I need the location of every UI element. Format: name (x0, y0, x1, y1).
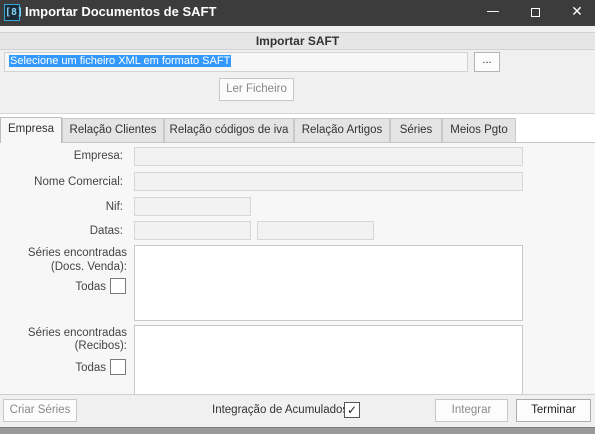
tab-relacao-clientes[interactable]: Relação Clientes (62, 118, 164, 142)
read-file-button[interactable]: Ler Ficheiro (219, 78, 294, 101)
tab-meios-pgto[interactable]: Meios Pgto (442, 118, 516, 142)
series-recibos-label-line1: Séries encontradas (27, 327, 127, 339)
maximize-icon (530, 8, 540, 17)
close-button[interactable]: ✕ (556, 0, 595, 26)
todas-recibos-label: Todas (75, 362, 106, 374)
nome-comercial-field[interactable] (134, 172, 523, 191)
tab-content-empresa: Empresa: Nome Comercial: Nif: Datas: Sér… (0, 142, 595, 394)
nif-field[interactable] (134, 197, 251, 216)
empresa-label: Empresa: (73, 150, 123, 162)
app-icon: [8] (4, 4, 23, 21)
tab-relacao-codigos-iva[interactable]: Relação códigos de iva (164, 118, 294, 142)
maximize-button[interactable] (514, 0, 556, 26)
file-path-input[interactable]: Selecione um ficheiro XML em formato SAF… (4, 52, 468, 72)
window-title: Importar Documentos de SAFT (25, 4, 217, 19)
tab-empresa[interactable]: Empresa (0, 117, 62, 143)
todas-recibos-checkbox[interactable] (110, 359, 126, 375)
series-recibos-label-line2: (Recibos): (74, 340, 127, 352)
import-header: Importar SAFT (0, 32, 595, 50)
datas-label: Datas: (89, 225, 123, 237)
series-vendas-list[interactable] (134, 245, 523, 321)
todas-vendas-checkbox[interactable] (110, 278, 126, 294)
terminar-button[interactable]: Terminar (516, 399, 591, 422)
title-bar[interactable]: [8] Importar Documentos de SAFT — ✕ (0, 0, 595, 26)
empresa-field[interactable] (134, 147, 523, 166)
series-vendas-label-line2: (Docs. Venda): (50, 261, 127, 273)
tab-relacao-artigos[interactable]: Relação Artigos (294, 118, 390, 142)
series-recibos-list[interactable] (134, 325, 523, 394)
integracao-acumulados-checkbox[interactable]: ✓ (344, 402, 360, 418)
tab-strip: Empresa Relação Clientes Relação códigos… (0, 117, 595, 143)
todas-vendas-label: Todas (75, 281, 106, 293)
nif-label: Nif: (105, 201, 123, 213)
integrar-button[interactable]: Integrar (435, 399, 508, 422)
bottom-bar: Criar Séries Integração de Acumulados ✓ … (0, 394, 595, 427)
minimize-button[interactable]: — (472, 0, 514, 26)
browse-button[interactable]: ... (474, 52, 500, 72)
criar-series-button[interactable]: Criar Séries (3, 399, 77, 422)
data-fim-field[interactable] (257, 221, 374, 240)
tab-series[interactable]: Séries (390, 118, 442, 142)
file-path-value: Selecione um ficheiro XML em formato SAF… (9, 55, 232, 67)
import-panel: Importar SAFT Selecione um ficheiro XML … (0, 26, 595, 114)
nome-comercial-label: Nome Comercial: (34, 176, 123, 188)
window-bottom-border (0, 427, 595, 434)
data-inicio-field[interactable] (134, 221, 251, 240)
series-vendas-label-line1: Séries encontradas (27, 247, 127, 259)
integracao-acumulados-label: Integração de Acumulados (212, 404, 349, 416)
